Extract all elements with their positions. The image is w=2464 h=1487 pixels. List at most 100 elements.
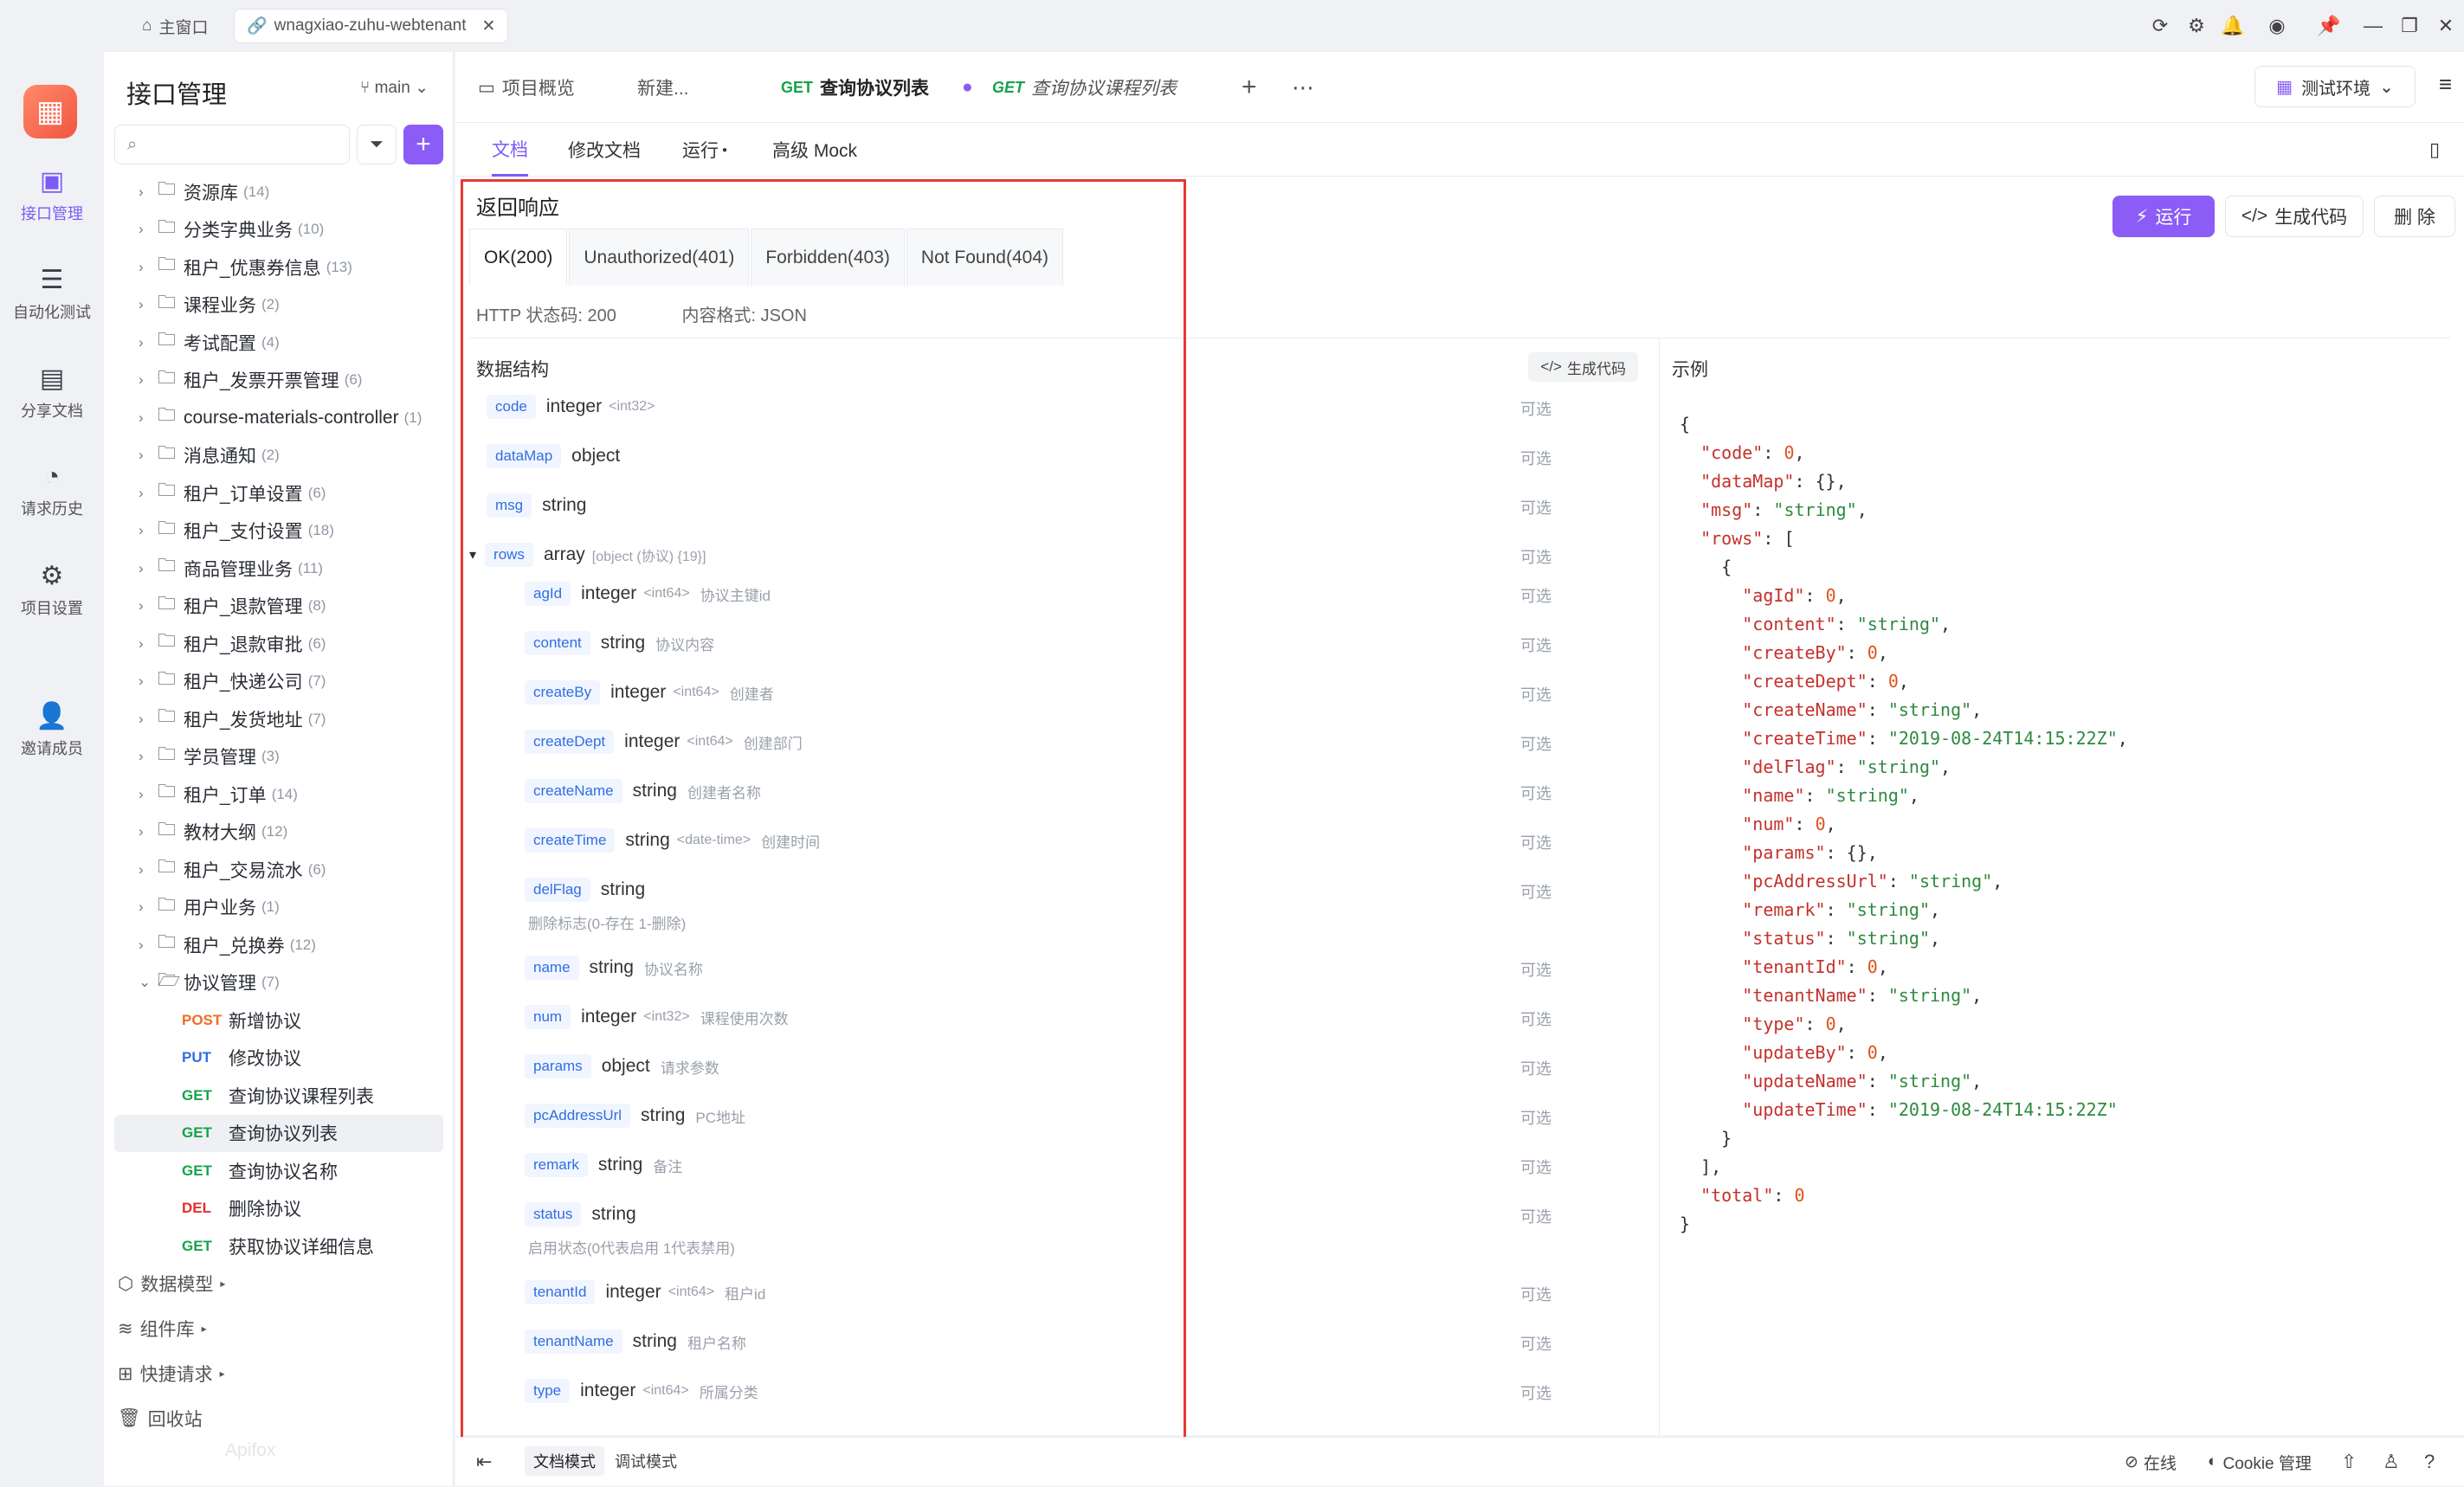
gear-icon[interactable]: ⚙ (2178, 15, 2215, 37)
nav-item-settings[interactable]: ⚙ 项目设置 (0, 561, 104, 619)
field-name[interactable]: pcAddressUrl (525, 1104, 631, 1128)
tree-folder[interactable]: › 🗀 教材大纲 (12) (104, 814, 454, 852)
tree-api-item[interactable]: GET 查询协议名称 (104, 1152, 454, 1190)
tree-api-item[interactable]: GET 查询协议列表 (114, 1114, 443, 1152)
tree-folder[interactable]: › 🗀 租户_快递公司 (7) (104, 663, 454, 701)
tree-api-item[interactable]: PUT 修改协议 (104, 1040, 454, 1078)
field-name[interactable]: code (487, 395, 536, 419)
shirt-icon[interactable]: ♙ (2383, 1438, 2400, 1486)
field-name[interactable]: createTime (525, 828, 616, 853)
field-name[interactable]: type (525, 1379, 571, 1403)
debug-mode-button[interactable]: 调试模式 (606, 1446, 686, 1476)
window-tab-home[interactable]: ⌂ 主窗口 (130, 9, 221, 43)
sidebar-footer-components[interactable]: ≋ 组件库 ▸ (118, 1316, 207, 1342)
tree-api-item[interactable]: POST 新增协议 (104, 1001, 454, 1040)
cookie-manager[interactable]: ◐ Cookie 管理 (2208, 1438, 2312, 1486)
tree-folder[interactable]: › 🗀 租户_发票开票管理 (6) (104, 362, 454, 400)
tree-api-item[interactable]: DEL 删除协议 (104, 1190, 454, 1228)
field-name[interactable]: createName (525, 779, 622, 803)
field-name[interactable]: content (525, 631, 590, 655)
new-tab-button[interactable]: + (1242, 52, 1257, 123)
field-name[interactable]: delFlag (525, 878, 590, 902)
environment-select[interactable]: ▦ 测试环境 ⌄ (2254, 66, 2416, 107)
field-name[interactable]: rows (485, 543, 533, 567)
avatar[interactable]: ◉ (2251, 15, 2303, 37)
field-name[interactable]: createBy (525, 680, 601, 705)
sidebar-footer-trash[interactable]: 🗑 回收站 (118, 1406, 203, 1432)
generate-code-button[interactable]: </> 生成代码 (2225, 196, 2364, 237)
response-tab-200[interactable]: OK(200) (469, 229, 568, 286)
field-name[interactable]: params (525, 1054, 591, 1078)
field-name[interactable]: tenantId (525, 1280, 596, 1304)
field-name[interactable]: createDept (525, 730, 615, 754)
field-name[interactable]: agId (525, 582, 571, 606)
field-name[interactable]: name (525, 956, 579, 980)
close-window-icon[interactable]: ✕ (2428, 15, 2464, 37)
tree-folder[interactable]: › 🗀 租户_支付设置 (18) (104, 512, 454, 550)
tree-folder[interactable]: › 🗀 租户_退款管理 (8) (104, 588, 454, 626)
tree-api-item[interactable]: GET 获取协议详细信息 (104, 1227, 454, 1265)
tab-project-overview[interactable]: ▭ 项目概览 (478, 52, 575, 123)
upload-icon[interactable]: ⇧ (2341, 1438, 2357, 1486)
tree-folder[interactable]: › 🗀 租户_交易流水 (6) (104, 851, 454, 889)
nav-item-auto-test[interactable]: ☰ 自动化测试 (0, 265, 104, 323)
branch-selector[interactable]: ⑂ main ⌄ (360, 78, 429, 98)
subtab-run[interactable]: 运行 ● (682, 123, 727, 177)
restore-icon[interactable]: ❐ (2391, 15, 2428, 37)
sidebar-footer-models[interactable]: ⬡ 数据模型 ▸ (118, 1271, 225, 1297)
window-tab-project[interactable]: 🔗 wnagxiao-zuhu-webtenant ✕ (234, 9, 509, 43)
bell-icon[interactable]: 🔔 (2215, 15, 2251, 37)
tree-folder[interactable]: › 🗀 租户_退款审批 (6) (104, 625, 454, 663)
nav-item-share-doc[interactable]: ▤ 分享文档 (0, 364, 104, 422)
online-status[interactable]: ⊘ 在线 (2125, 1438, 2177, 1486)
refresh-icon[interactable]: ⟳ (2142, 15, 2178, 37)
tab-query-course-list[interactable]: GET 查询协议课程列表 (992, 52, 1177, 123)
menu-icon[interactable]: ≡ (2439, 71, 2452, 98)
tree-api-item[interactable]: GET 查询协议课程列表 (104, 1077, 454, 1115)
add-button[interactable]: + (403, 125, 443, 164)
tree-folder[interactable]: › 🗀 course-materials-controller (1) (104, 399, 454, 437)
filter-button[interactable]: ⏷ (357, 125, 397, 164)
field-name[interactable]: num (525, 1005, 571, 1029)
schema-generate-code-button[interactable]: </> 生成代码 (1528, 352, 1638, 382)
collapse-icon[interactable]: ⇤ (476, 1438, 492, 1486)
response-tab-404[interactable]: Not Found(404) (906, 229, 1063, 286)
tree-folder[interactable]: › 🗀 租户_订单 (14) (104, 776, 454, 814)
sidebar-footer-quick[interactable]: ⊞ 快捷请求 ▸ (118, 1361, 225, 1387)
more-tabs-button[interactable]: ⋯ (1292, 52, 1314, 123)
tab-query-list[interactable]: GET 查询协议列表 ● (781, 52, 973, 123)
tree-folder[interactable]: › 🗀 消息通知 (2) (104, 437, 454, 475)
subtab-doc[interactable]: 文档 (492, 123, 528, 177)
field-name[interactable]: remark (525, 1153, 588, 1177)
response-tab-403[interactable]: Forbidden(403) (751, 229, 905, 286)
doc-mode-button[interactable]: 文档模式 (525, 1446, 604, 1476)
run-button[interactable]: ⚡ 运行 (2112, 196, 2215, 237)
field-name[interactable]: tenantName (525, 1329, 622, 1354)
nav-item-history[interactable]: ◔ 请求历史 (0, 462, 104, 519)
field-name[interactable]: msg (487, 493, 532, 518)
help-icon[interactable]: ? (2424, 1438, 2435, 1486)
close-icon[interactable]: ✕ (481, 16, 495, 36)
tree-folder[interactable]: › 🗀 分类字典业务 (10) (104, 211, 454, 249)
field-name[interactable]: status (525, 1202, 582, 1226)
delete-button[interactable]: 删 除 (2374, 196, 2455, 237)
tree-folder[interactable]: › 🗀 商品管理业务 (11) (104, 550, 454, 588)
tree-folder[interactable]: › 🗀 资源库 (14) (104, 173, 454, 211)
pin-icon[interactable]: 📌 (2303, 15, 2355, 37)
tree-folder[interactable]: › 🗀 租户_订单设置 (6) (104, 474, 454, 512)
tree-folder[interactable]: › 🗀 学员管理 (3) (104, 738, 454, 776)
nav-item-api[interactable]: ▣ 接口管理 (0, 166, 104, 224)
search-input[interactable]: ⌕ (114, 125, 350, 164)
tree-folder[interactable]: › 🗀 课程业务 (2) (104, 286, 454, 325)
nav-item-invite[interactable]: 👤 邀请成员 (0, 701, 104, 759)
caret-down-icon[interactable]: ▾ (469, 546, 476, 563)
panel-toggle-icon[interactable]: ▯ (2429, 123, 2440, 177)
tree-folder[interactable]: › 🗀 租户_兑换券 (12) (104, 926, 454, 964)
tree-folder[interactable]: › 🗀 租户_发货地址 (7) (104, 700, 454, 738)
field-name[interactable]: dataMap (487, 444, 562, 468)
subtab-edit-doc[interactable]: 修改文档 (568, 123, 641, 177)
subtab-mock[interactable]: 高级 Mock (772, 123, 857, 177)
tree-folder[interactable]: › 🗀 用户业务 (1) (104, 889, 454, 927)
response-tab-401[interactable]: Unauthorized(401) (569, 229, 750, 286)
minimize-icon[interactable]: — (2355, 15, 2391, 37)
